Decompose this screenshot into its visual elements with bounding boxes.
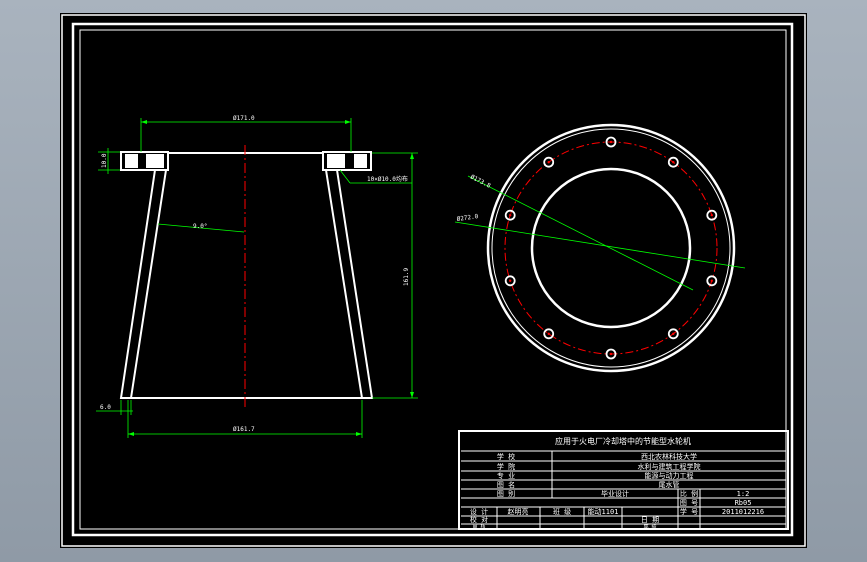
footer-val: 1:2 (737, 490, 750, 498)
title-row-value: 水利与建筑工程学院 (638, 462, 701, 471)
footer-cell: 赵明亮 (508, 507, 529, 516)
footer-label: 图 别 (497, 489, 515, 498)
dim-bottom-wall: 6.0 (100, 404, 111, 411)
footer-cell: 设 计 (470, 507, 488, 516)
footer-cell: 能动1101 (588, 507, 619, 516)
footer-cell: 2011012216 (722, 508, 764, 516)
title-row-value: 尾水管 (659, 480, 680, 489)
flange-right-hatch (327, 154, 345, 168)
bolt-hole-center (710, 279, 713, 282)
flange-right-hatch-2 (354, 154, 367, 168)
footer-value: 毕业设计 (601, 489, 629, 498)
footer-key: 图 号 (680, 499, 698, 507)
footer-cell: 学 号 (680, 507, 698, 516)
dim-angle: 9.0° (193, 223, 207, 230)
bolt-hole-center (672, 332, 675, 335)
bolt-hole-center (547, 161, 550, 164)
title-row-label: 图 名 (497, 480, 515, 489)
title-row-label: 学 校 (497, 452, 515, 461)
bolt-hole-center (609, 352, 613, 356)
title-block-title: 应用于火电厂冷却塔中的节能型水轮机 (555, 436, 691, 446)
title-row-value: 能源与动力工程 (645, 471, 694, 480)
cad-drawing: Ø171.0 Ø161.7 9.0° 10×Ø10.0均布 161.9 10.0… (60, 13, 807, 548)
bolt-hole-center (547, 332, 550, 335)
footer-cell: 校 对 (470, 515, 488, 524)
footer-cell: 成 绩 (643, 523, 656, 530)
bolt-hole-center (509, 279, 512, 282)
footer-cell: 审 核 (472, 523, 485, 530)
title-row-label: 专 业 (497, 471, 515, 480)
bolt-hole-center (509, 214, 512, 217)
footer-cell: 班 级 (553, 507, 571, 516)
bolt-hole-center (672, 161, 675, 164)
footer-val: Rb05 (735, 499, 752, 507)
flange-left-hatch (125, 154, 138, 168)
title-row-label: 学 院 (497, 462, 515, 471)
flange-left-hatch-2 (146, 154, 164, 168)
dim-bottom-width: Ø161.7 (233, 426, 255, 433)
title-row-value: 西北农林科技大学 (641, 452, 697, 461)
footer-cell: 日 期 (641, 516, 659, 524)
bolt-hole-center (609, 140, 613, 144)
dim-flange-thickness: 10.0 (101, 153, 108, 168)
dim-holes: 10×Ø10.0均布 (367, 175, 408, 183)
footer-key: 比 例 (680, 489, 698, 498)
dim-height: 161.9 (403, 268, 410, 286)
dim-top-width: Ø171.0 (233, 115, 255, 122)
bolt-hole-center (710, 214, 713, 217)
